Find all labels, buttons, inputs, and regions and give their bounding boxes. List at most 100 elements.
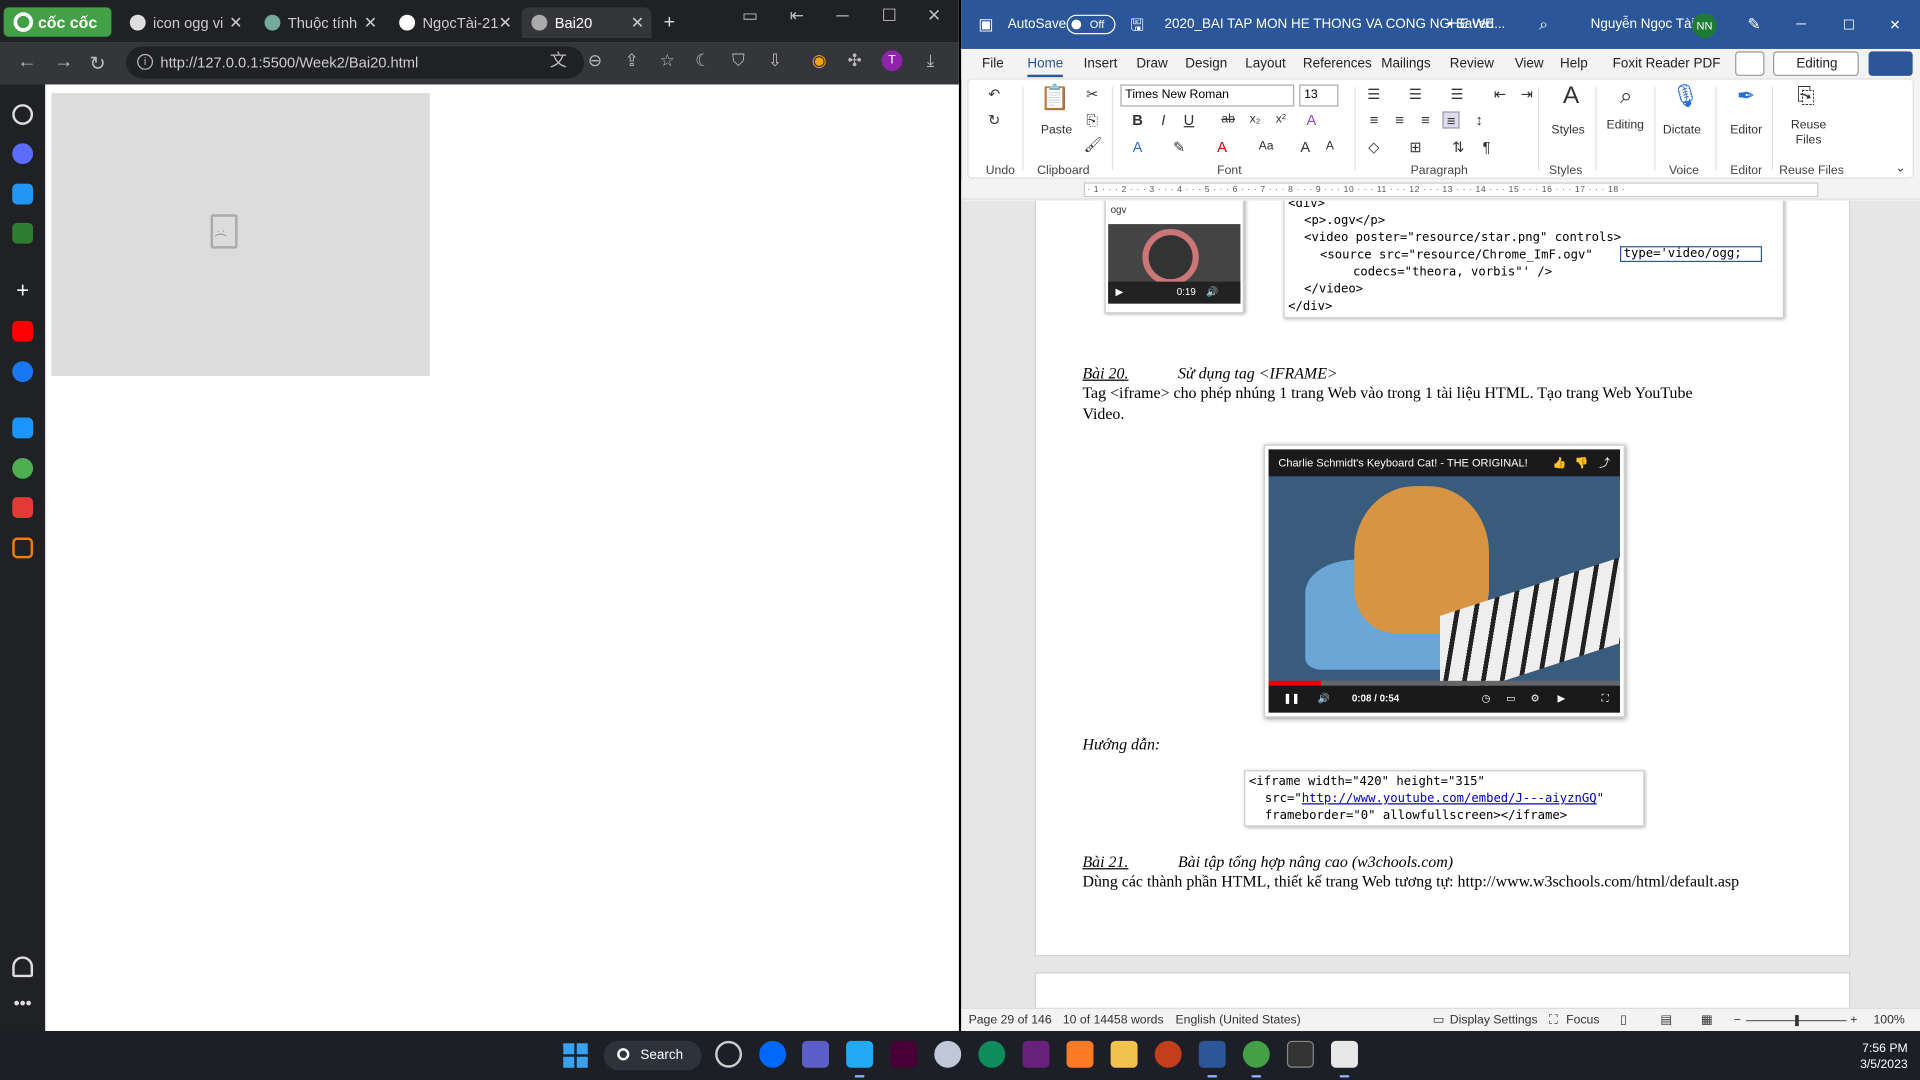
obs-icon[interactable] <box>715 1040 743 1068</box>
add-sidebar-icon[interactable]: + <box>12 279 33 301</box>
tab-mailings[interactable]: Mailings <box>1381 56 1430 71</box>
tab-review[interactable]: Review <box>1450 56 1494 71</box>
close-tab-icon[interactable]: ✕ <box>631 13 644 33</box>
reuse-files-icon[interactable]: ⎘ <box>1793 84 1820 114</box>
zoom-level[interactable]: 100% <box>1873 1014 1904 1027</box>
microphone-icon[interactable]: 🎙 <box>1671 84 1699 114</box>
comments-button[interactable] <box>1735 51 1765 76</box>
tab-help[interactable]: Help <box>1560 56 1588 71</box>
font-color-icon[interactable]: A <box>1213 138 1230 155</box>
find-icon[interactable]: ⌕ <box>1613 84 1640 114</box>
tab-references[interactable]: References <box>1303 56 1372 71</box>
user-avatar[interactable]: NN <box>1692 13 1717 38</box>
share-button[interactable] <box>1868 51 1913 76</box>
dreamweaver-icon[interactable] <box>890 1040 918 1068</box>
editor-pen-icon[interactable]: ✒ <box>1733 84 1760 114</box>
browser-app-icon[interactable] <box>934 1040 962 1068</box>
numbering-icon[interactable]: ☰ <box>1407 86 1424 103</box>
read-mode-icon[interactable]: ▯ <box>1620 1014 1627 1027</box>
web-layout-icon[interactable]: ▦ <box>1701 1014 1713 1027</box>
autosave-toggle[interactable]: Off <box>1066 14 1116 35</box>
visual-studio-icon[interactable] <box>1022 1040 1050 1068</box>
text-effects-icon[interactable]: A <box>1129 138 1146 155</box>
highlight-icon[interactable]: ✎ <box>1171 138 1188 155</box>
ruler-scale[interactable]: · 1 · · · 2 · · · 3 · · · 4 · · · 5 · · … <box>1083 182 1819 198</box>
extension-chrome-icon[interactable]: ◉ <box>809 50 829 70</box>
tab-insert[interactable]: Insert <box>1084 56 1118 71</box>
word-taskbar-icon[interactable] <box>1198 1040 1226 1078</box>
youtube-embed-link[interactable]: http://www.youtube.com/embed/J---aiyznGQ <box>1302 792 1597 805</box>
extensions-puzzle-icon[interactable]: ✣ <box>845 50 865 70</box>
language[interactable]: English (United States) <box>1176 1014 1301 1027</box>
paste-button[interactable]: Paste <box>1041 124 1072 137</box>
coccoc-menu-button[interactable]: cốc cốc <box>3 7 112 37</box>
facebook-icon[interactable] <box>12 361 34 383</box>
italic-icon[interactable]: I <box>1155 111 1172 128</box>
sort-icon[interactable]: ⇅ <box>1450 138 1467 155</box>
site-info-icon[interactable]: i <box>137 53 154 70</box>
grow-font-icon[interactable]: A <box>1297 138 1314 155</box>
display-settings[interactable]: Display Settings <box>1450 1014 1538 1027</box>
terminal-icon[interactable] <box>1286 1040 1314 1068</box>
translate-icon[interactable]: 文 <box>549 50 569 70</box>
downloads-icon[interactable]: ⤓ <box>921 50 941 70</box>
tab-draw[interactable]: Draw <box>1136 56 1167 71</box>
font-size-combo[interactable]: 13 <box>1299 84 1339 107</box>
shading-icon[interactable]: ◇ <box>1365 138 1382 155</box>
line-spacing-icon[interactable]: ↕ <box>1471 111 1488 128</box>
sidebar-toggle-icon[interactable]: ⇤ <box>790 5 804 26</box>
undo-icon[interactable]: ↶ <box>986 86 1003 103</box>
minimize-icon[interactable]: ─ <box>836 5 848 25</box>
todo-icon[interactable] <box>12 497 34 518</box>
superscript-icon[interactable]: x² <box>1272 111 1289 128</box>
profile-avatar[interactable]: T <box>881 50 903 72</box>
align-left-icon[interactable]: ≡ <box>1365 111 1382 128</box>
tab-file[interactable]: File <box>982 56 1004 71</box>
bullets-icon[interactable]: ☰ <box>1365 86 1382 103</box>
back-icon[interactable]: ← <box>17 51 37 73</box>
coccoc-taskbar-icon[interactable] <box>1242 1040 1270 1078</box>
paste-icon[interactable]: 📋 <box>1040 86 1070 118</box>
decrease-indent-icon[interactable]: ⇤ <box>1491 86 1508 103</box>
tab-thuoc-tinh[interactable]: Thuộc tính ✕ <box>255 7 385 38</box>
teams-icon[interactable] <box>802 1040 829 1068</box>
xampp-icon[interactable] <box>1066 1040 1094 1068</box>
styles-icon[interactable]: A <box>1558 83 1585 114</box>
dictate-button[interactable]: Dictate <box>1663 124 1701 137</box>
save-icon[interactable]: 🖫 <box>1130 15 1144 42</box>
document-page[interactable]: ogv ▶ 0:19 🔊 <div> <p>.ogv</p> <video po… <box>1034 200 1851 957</box>
tab-layout[interactable]: Layout <box>1245 56 1285 71</box>
copy-icon[interactable]: ⎘ <box>1084 111 1101 128</box>
zalo-icon[interactable] <box>12 183 34 205</box>
system-clock[interactable]: 7:56 PM 3/5/2023 <box>1837 1041 1908 1073</box>
shop-icon[interactable] <box>12 537 34 559</box>
subscript-icon[interactable]: x₂ <box>1247 111 1264 128</box>
file-explorer-icon[interactable] <box>1110 1040 1138 1068</box>
shield-icon[interactable]: ⛉ <box>729 50 749 70</box>
align-right-icon[interactable]: ≡ <box>1417 111 1434 128</box>
tab-icon-ogg[interactable]: icon ogg vi ✕ <box>120 7 250 38</box>
history-icon[interactable] <box>12 104 34 125</box>
shrink-font-icon[interactable]: A <box>1321 138 1338 155</box>
font-name-combo[interactable]: Times New Roman <box>1120 84 1295 107</box>
broken-iframe-placeholder[interactable] <box>51 93 430 376</box>
vscode-icon[interactable] <box>846 1040 874 1078</box>
justify-icon[interactable]: ≡ <box>1442 111 1460 130</box>
editor-button[interactable]: Editor <box>1730 124 1762 137</box>
align-center-icon[interactable]: ≡ <box>1391 111 1408 128</box>
zoom-slider-thumb[interactable] <box>1795 1015 1799 1027</box>
change-case-icon[interactable]: Aa <box>1258 138 1275 155</box>
editing-button[interactable]: Editing <box>1607 119 1644 132</box>
world-icon[interactable] <box>12 457 34 479</box>
dark-mode-icon[interactable]: ☾ <box>693 50 713 70</box>
bookmark-star-icon[interactable]: ☆ <box>658 50 678 70</box>
chat-app-icon[interactable] <box>978 1040 1006 1068</box>
share-icon[interactable]: ⇪ <box>622 50 642 70</box>
focus-icon[interactable]: ⛶ <box>1549 1014 1558 1027</box>
close-tab-icon[interactable]: ✕ <box>229 13 242 33</box>
taskbar-search[interactable]: Search <box>603 1040 702 1071</box>
close-window-icon[interactable]: ✕ <box>1889 17 1900 33</box>
notification-bell-icon[interactable] <box>12 956 34 978</box>
redo-icon[interactable]: ↻ <box>986 111 1003 128</box>
multilevel-list-icon[interactable]: ☰ <box>1449 86 1466 103</box>
